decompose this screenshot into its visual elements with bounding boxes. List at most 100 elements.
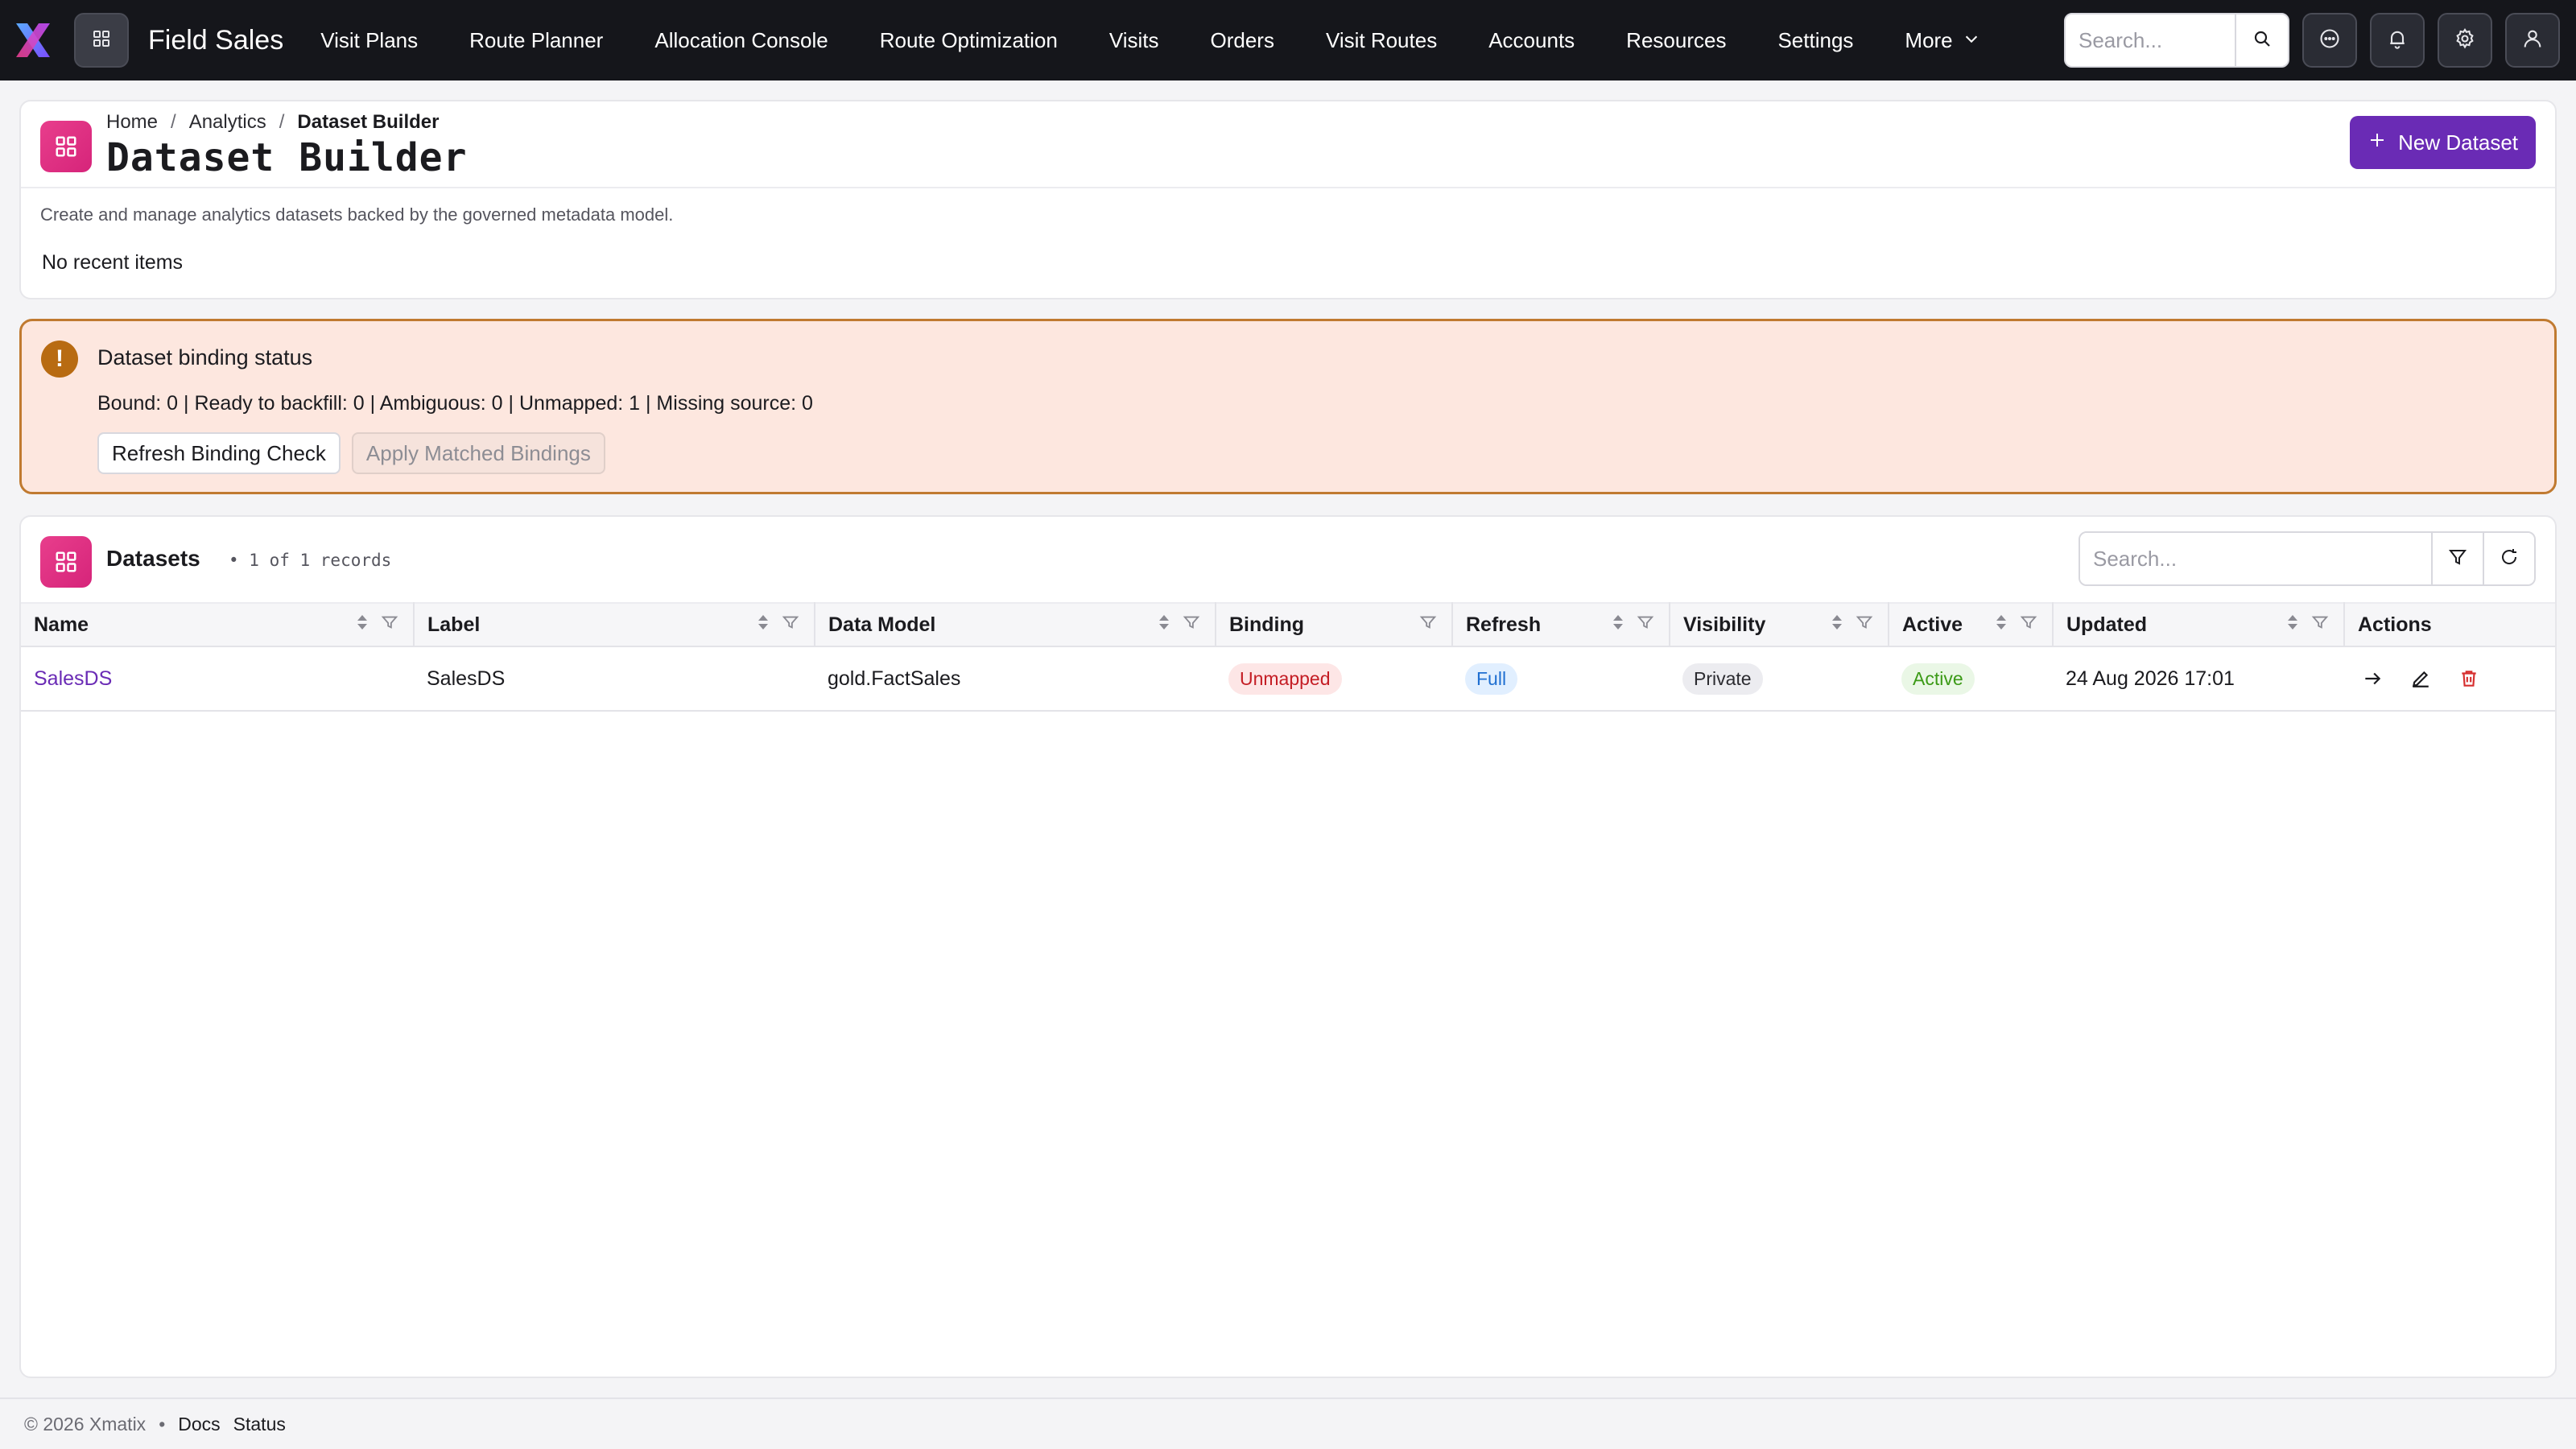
- nav-item-allocation-console[interactable]: Allocation Console: [629, 28, 853, 53]
- dataset-data-model-cell: gold.FactSales: [828, 667, 961, 690]
- column-filter-icon[interactable]: [1856, 613, 1873, 637]
- docs-link[interactable]: Docs: [178, 1414, 220, 1435]
- active-status-badge: Active: [1901, 663, 1975, 695]
- page-header: Home / Analytics / Dataset Builder Datas…: [21, 101, 2555, 188]
- datasets-header: Datasets • 1 of 1 records: [21, 517, 2555, 602]
- dataset-builder-icon: [40, 121, 92, 172]
- notifications-button[interactable]: [2370, 13, 2425, 68]
- table-header-row: Name Label Data Model Binding Refresh Vi…: [21, 603, 2555, 646]
- sort-icon[interactable]: [756, 613, 770, 638]
- refresh-icon: [2500, 547, 2519, 571]
- column-filter-icon[interactable]: [2311, 613, 2329, 637]
- sort-icon[interactable]: [1994, 613, 2008, 638]
- sort-icon[interactable]: [1611, 613, 1625, 638]
- datasets-search-input[interactable]: [2080, 533, 2431, 584]
- nav-item-route-optimization[interactable]: Route Optimization: [854, 28, 1084, 53]
- column-header-active[interactable]: Active: [1888, 603, 2053, 646]
- record-count: • 1 of 1 records: [229, 551, 392, 570]
- global-search: [2064, 13, 2289, 68]
- global-search-input[interactable]: [2066, 14, 2235, 66]
- settings-button[interactable]: [2438, 13, 2492, 68]
- recent-items: No recent items: [42, 251, 184, 274]
- breadcrumb: Home / Analytics / Dataset Builder: [106, 111, 439, 134]
- global-search-button[interactable]: [2235, 14, 2288, 66]
- nav-item-orders[interactable]: Orders: [1184, 28, 1299, 53]
- dataset-name-link[interactable]: SalesDS: [34, 667, 112, 690]
- binding-status-summary: Bound: 0 | Ready to backfill: 0 | Ambigu…: [97, 392, 813, 415]
- trash-icon[interactable]: [2458, 668, 2479, 689]
- datasets-table: Name Label Data Model Binding Refresh Vi…: [21, 602, 2555, 712]
- footer: © 2026 Xmatix • Docs Status: [0, 1397, 2576, 1449]
- bell-icon: [2386, 27, 2409, 54]
- column-header-binding[interactable]: Binding: [1215, 603, 1452, 646]
- plus-icon: [2368, 130, 2387, 155]
- column-header-label[interactable]: Label: [413, 603, 815, 646]
- dataset-updated-cell: 24 Aug 2026 17:01: [2066, 667, 2235, 690]
- nav-more-label: More: [1905, 27, 1953, 52]
- app-brand[interactable]: Field Sales: [148, 25, 283, 56]
- user-icon: [2521, 27, 2544, 54]
- page-description: Create and manage analytics datasets bac…: [40, 204, 674, 225]
- warning-icon: !: [41, 341, 78, 378]
- column-header-data-model[interactable]: Data Model: [814, 603, 1216, 646]
- user-profile-button[interactable]: [2505, 13, 2560, 68]
- filter-button[interactable]: [2431, 533, 2483, 584]
- column-filter-icon[interactable]: [1419, 613, 1437, 637]
- alert-actions: Refresh Binding Check Apply Matched Bind…: [97, 432, 605, 474]
- nav-item-visits[interactable]: Visits: [1084, 28, 1185, 53]
- binding-status-alert: ! Dataset binding status Bound: 0 | Read…: [19, 319, 2557, 494]
- sort-icon[interactable]: [1157, 613, 1171, 638]
- column-header-updated[interactable]: Updated: [2052, 603, 2344, 646]
- page-title: Dataset Builder: [106, 135, 468, 180]
- column-filter-icon[interactable]: [381, 613, 398, 637]
- status-link[interactable]: Status: [233, 1414, 286, 1435]
- arrow-right-icon[interactable]: [2362, 668, 2383, 689]
- datasets-title: Datasets: [106, 546, 200, 571]
- datasets-icon: [40, 536, 92, 588]
- column-header-refresh[interactable]: Refresh: [1451, 603, 1670, 646]
- app-launcher-button[interactable]: [74, 13, 129, 68]
- new-dataset-button[interactable]: New Dataset: [2350, 116, 2536, 169]
- column-filter-icon[interactable]: [1183, 613, 1200, 637]
- nav-item-accounts[interactable]: Accounts: [1463, 28, 1600, 53]
- page-header-card: Home / Analytics / Dataset Builder Datas…: [19, 100, 2557, 299]
- gear-icon: [2454, 27, 2476, 54]
- search-icon: [2252, 29, 2272, 52]
- xmatix-logo[interactable]: [11, 19, 55, 62]
- column-filter-icon[interactable]: [2020, 613, 2037, 637]
- dataset-label-cell: SalesDS: [427, 667, 506, 690]
- nav-item-route-planner[interactable]: Route Planner: [444, 28, 629, 53]
- main-nav: Visit Plans Route Planner Allocation Con…: [295, 28, 2005, 53]
- column-header-name[interactable]: Name: [21, 603, 414, 646]
- edit-pencil-icon[interactable]: [2410, 668, 2431, 689]
- nav-item-visit-plans[interactable]: Visit Plans: [295, 28, 444, 53]
- refresh-binding-check-button[interactable]: Refresh Binding Check: [97, 432, 341, 474]
- sort-icon[interactable]: [355, 613, 369, 638]
- column-filter-icon[interactable]: [1637, 613, 1654, 637]
- datasets-toolbar: [2079, 531, 2536, 586]
- chat-button[interactable]: [2302, 13, 2357, 68]
- nav-item-resources[interactable]: Resources: [1600, 28, 1752, 53]
- breadcrumb-analytics[interactable]: Analytics: [189, 111, 266, 134]
- sort-icon[interactable]: [2285, 613, 2300, 638]
- footer-separator: •: [159, 1413, 166, 1435]
- breadcrumb-separator: /: [279, 111, 285, 133]
- refresh-mode-badge: Full: [1465, 663, 1518, 695]
- row-actions: [2357, 668, 2547, 689]
- nav-item-settings[interactable]: Settings: [1752, 28, 1879, 53]
- column-header-visibility[interactable]: Visibility: [1669, 603, 1889, 646]
- nav-item-visit-routes[interactable]: Visit Routes: [1300, 28, 1463, 53]
- sort-icon[interactable]: [1830, 613, 1844, 638]
- chevron-down-icon: [1963, 28, 1980, 53]
- copyright: © 2026 Xmatix: [24, 1413, 147, 1435]
- refresh-button[interactable]: [2483, 533, 2534, 584]
- nav-more-menu[interactable]: More: [1879, 28, 2005, 53]
- breadcrumb-home[interactable]: Home: [106, 111, 158, 134]
- table-row: SalesDS SalesDS gold.FactSales Unmapped …: [21, 646, 2555, 711]
- grid-icon: [92, 29, 111, 52]
- chat-icon: [2318, 27, 2341, 54]
- datasets-card: Datasets • 1 of 1 records Name Lab: [19, 515, 2557, 1378]
- column-filter-icon[interactable]: [782, 613, 799, 637]
- top-navigation-bar: Field Sales Visit Plans Route Planner Al…: [0, 0, 2576, 80]
- breadcrumb-separator: /: [171, 111, 176, 133]
